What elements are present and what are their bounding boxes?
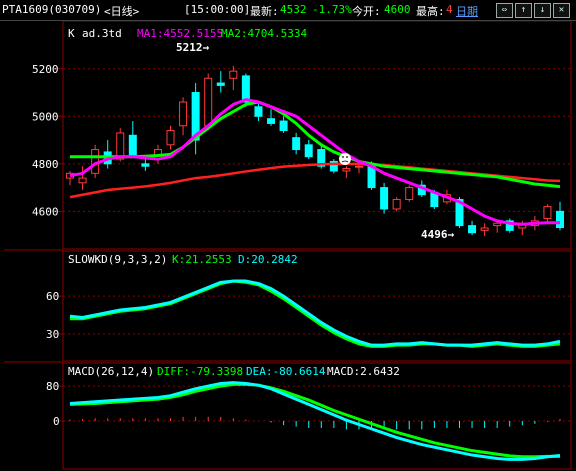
candle-body <box>279 120 288 132</box>
latest-value: 4532 <box>280 3 307 16</box>
ma1-line <box>69 98 560 226</box>
price-axis: 5200 5000 4800 4600 <box>32 63 63 218</box>
candle-body <box>141 163 150 167</box>
candle-body <box>468 225 477 234</box>
macd-histogram <box>69 416 561 430</box>
candle-series <box>66 65 564 237</box>
price-tick-label: 5000 <box>32 110 59 123</box>
price-indicator-label: ad.3td <box>82 27 122 40</box>
candle-body <box>116 132 125 160</box>
price-tick-label: 4800 <box>32 158 59 171</box>
arrow-down-icon[interactable]: ↓ <box>534 3 551 18</box>
candle-body <box>480 227 489 231</box>
ma-lines <box>69 98 561 226</box>
candle-body <box>78 177 87 184</box>
macd-value-label: MACD:2.6432 <box>327 365 400 378</box>
candle-body <box>304 144 313 158</box>
kline-chart[interactable]: 5200 5000 4800 4600 60 30 80 0 K ad.3td MA1:4… <box>0 21 576 471</box>
candle-body <box>267 118 276 124</box>
macd-diff-label: DIFF:-79.3398 <box>157 365 243 378</box>
slowkd-axis: 60 30 <box>46 290 63 341</box>
macd-axis: 80 0 <box>46 380 63 428</box>
slowkd-lines <box>69 279 561 348</box>
date-link[interactable]: 日期 <box>456 3 478 19</box>
slowkd-d-line <box>70 279 561 348</box>
title-bar: PTA1609(030709) <日线> [15:00:00] 最新: 4532… <box>0 0 576 21</box>
slowkd-tick-label: 30 <box>46 328 59 341</box>
candle-body <box>128 134 137 158</box>
candle-body <box>380 187 389 210</box>
arrow-up-icon[interactable]: ↑ <box>515 3 532 18</box>
price-tick-label: 5200 <box>32 63 59 76</box>
low-marker: 4496→ <box>421 228 454 241</box>
slowkd-k-label: K:21.2553 <box>172 253 232 266</box>
open-label: 今开: <box>352 5 381 18</box>
arrow-left-right-icon[interactable]: ⇔ <box>496 3 513 18</box>
candle-body <box>241 75 250 103</box>
symbol-label: PTA1609(030709) <box>2 3 102 16</box>
macd-panel-name: MACD(26,12,4) <box>68 365 154 378</box>
candle-body <box>292 137 301 151</box>
high-label: 最高: <box>416 5 445 18</box>
candle-body <box>204 77 213 127</box>
ma2-label: MA2:4704.5334 <box>221 27 307 40</box>
slowkd-tick-label: 60 <box>46 290 59 303</box>
price-panel-frame <box>62 21 572 250</box>
high-marker: 5212→ <box>176 41 209 54</box>
macd-tick-label: 0 <box>53 415 60 428</box>
price-tick-label: 4600 <box>32 205 59 218</box>
ma1-label: MA1:4552.5155 <box>137 27 223 40</box>
candle-body <box>216 82 225 86</box>
candle-body <box>493 222 502 227</box>
price-panel-name: K <box>68 27 75 40</box>
candle-body <box>392 198 401 210</box>
slowkd-panel-name: SLOWKD(9,3,3,2) <box>68 253 167 266</box>
open-value: 4600 <box>384 3 411 16</box>
candle-body <box>543 206 552 219</box>
latest-label: 最新: <box>250 5 279 18</box>
candle-body <box>179 101 188 127</box>
close-icon[interactable]: ✕ <box>553 3 570 18</box>
smiley-icon <box>339 153 351 165</box>
period-label[interactable]: <日线> <box>104 3 139 19</box>
candle-body <box>342 168 351 172</box>
macd-tick-label: 80 <box>46 380 59 393</box>
candle-body <box>556 210 564 229</box>
candle-body <box>405 187 414 200</box>
candle-body <box>166 130 175 146</box>
candle-body <box>254 106 263 117</box>
change-value: -1.73% <box>312 3 352 16</box>
time-label: [15:00:00] <box>184 3 251 16</box>
slowkd-d-label: D:20.2842 <box>238 253 298 266</box>
high-value: 4 <box>446 3 453 16</box>
candle-body <box>367 165 376 189</box>
macd-dea-label: DEA:-80.6614 <box>246 365 326 378</box>
ma-long-line <box>69 162 561 199</box>
candle-body <box>354 165 363 168</box>
candle-body <box>229 70 238 79</box>
slowkd-k-line <box>69 279 561 347</box>
